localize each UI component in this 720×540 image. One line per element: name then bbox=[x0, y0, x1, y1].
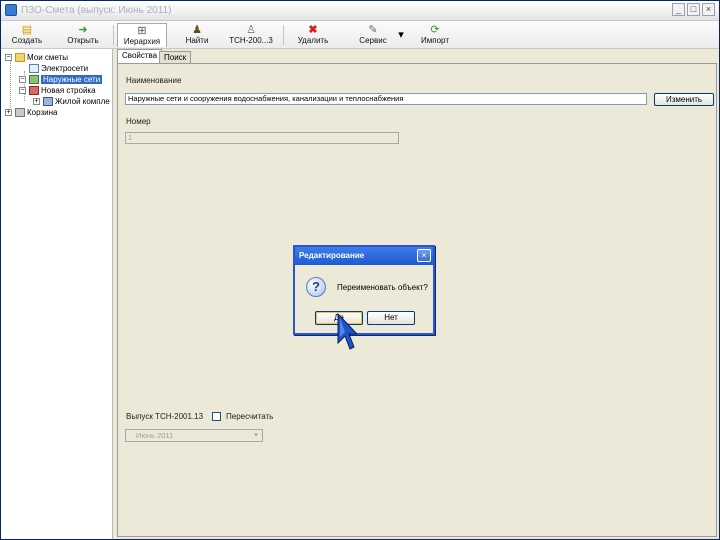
window-title: ПЗО-Смета (выпуск: Июнь 2011) bbox=[21, 5, 172, 16]
dialog-close-button[interactable]: × bbox=[417, 249, 431, 262]
rename-confirm-dialog: Редактирование × ? Переименовать объект?… bbox=[293, 245, 435, 335]
mouse-pointer-icon bbox=[337, 313, 357, 350]
release-select-value: Июнь 2011 bbox=[136, 431, 174, 440]
number-label: Номер bbox=[126, 117, 151, 126]
hierarchy-icon: ⊞ bbox=[137, 25, 147, 37]
tree-node-new-construction[interactable]: − Новая стройка bbox=[19, 85, 96, 96]
estimates-tree: − Мои сметы Электросети − Наружные сети − Н… bbox=[1, 49, 113, 539]
find-icon: ♟ bbox=[192, 24, 202, 36]
tree-node-outdoor-networks[interactable]: − Наружные сети bbox=[19, 74, 103, 85]
trash-icon bbox=[15, 108, 25, 118]
delete-button[interactable]: ✖ Удалить bbox=[293, 23, 333, 47]
tab-search[interactable]: Поиск bbox=[159, 51, 192, 63]
folder-icon bbox=[15, 53, 25, 63]
tab-properties[interactable]: Свойства bbox=[117, 49, 163, 64]
name-label: Наименование bbox=[126, 76, 182, 85]
release-select: Июнь 2011 ▾ bbox=[125, 429, 263, 442]
building-icon bbox=[29, 86, 39, 96]
service-dropdown-button[interactable]: ▾ bbox=[395, 23, 405, 47]
tree-node-my-estimates[interactable]: − Мои сметы bbox=[5, 52, 68, 63]
hierarchy-button[interactable]: ⊞ Иерархия bbox=[117, 23, 167, 47]
delete-icon: ✖ bbox=[308, 24, 318, 36]
open-button[interactable]: ➜ Открыть bbox=[61, 23, 105, 47]
recalc-checkbox[interactable] bbox=[212, 412, 221, 421]
dialog-message: Переименовать объект? bbox=[337, 283, 428, 292]
collapse-icon[interactable]: − bbox=[19, 87, 26, 95]
estimate-icon bbox=[29, 75, 39, 85]
tree-guide-line bbox=[10, 58, 11, 112]
service-button[interactable]: ✎ Сервис bbox=[355, 23, 391, 47]
create-button[interactable]: ▤ Создать bbox=[7, 23, 47, 47]
new-document-icon: ▤ bbox=[21, 24, 33, 36]
expand-icon[interactable]: + bbox=[5, 109, 12, 117]
service-icon: ✎ bbox=[368, 24, 378, 36]
chevron-down-icon: ▾ bbox=[254, 432, 258, 439]
name-field[interactable]: Наружные сети и сооружения водоснабжения… bbox=[125, 93, 647, 105]
chevron-down-icon: ▾ bbox=[398, 29, 404, 41]
maximize-button[interactable]: □ bbox=[687, 3, 700, 16]
tree-node-electrical[interactable]: Электросети bbox=[29, 63, 88, 74]
import-icon: ⟳ bbox=[430, 24, 440, 36]
toolbar-separator bbox=[113, 25, 114, 45]
open-arrow-icon: ➜ bbox=[78, 24, 88, 36]
main-toolbar: ▤ Создать ➜ Открыть ⊞ Иерархия ♟ Найти ♙… bbox=[1, 21, 719, 49]
tree-node-trash[interactable]: + Корзина bbox=[5, 107, 57, 118]
collapse-icon[interactable]: − bbox=[5, 54, 12, 62]
rename-button[interactable]: Изменить bbox=[654, 93, 714, 106]
recalc-label: Пересчитать bbox=[226, 412, 274, 421]
toolbar-separator bbox=[283, 25, 284, 45]
minimize-button[interactable]: _ bbox=[672, 3, 685, 16]
no-button[interactable]: Нет bbox=[367, 311, 415, 325]
question-icon: ? bbox=[306, 277, 326, 297]
tree-node-residential[interactable]: + Жилой компле bbox=[33, 96, 110, 107]
title-bar: ПЗО-Смета (выпуск: Июнь 2011) _ □ × bbox=[1, 1, 719, 21]
import-button[interactable]: ⟳ Импорт bbox=[417, 23, 453, 47]
close-window-button[interactable]: × bbox=[702, 3, 715, 16]
expand-icon[interactable]: + bbox=[33, 98, 40, 106]
release-label: Выпуск ТСН-2001.13 bbox=[126, 412, 204, 421]
building-icon bbox=[43, 97, 53, 107]
dialog-title-bar: Редактирование × bbox=[295, 247, 433, 265]
app-window: ПЗО-Смета (выпуск: Июнь 2011) _ □ × ▤ Со… bbox=[0, 0, 720, 540]
dialog-title: Редактирование bbox=[299, 251, 365, 260]
catalog-button[interactable]: ♙ ТСН-200...3 bbox=[225, 23, 277, 47]
number-field: 1 bbox=[125, 132, 399, 144]
document-icon bbox=[29, 64, 39, 74]
find-button[interactable]: ♟ Найти bbox=[179, 23, 215, 47]
collapse-icon[interactable]: − bbox=[19, 76, 26, 84]
app-icon bbox=[5, 4, 17, 16]
catalog-icon: ♙ bbox=[246, 24, 256, 36]
